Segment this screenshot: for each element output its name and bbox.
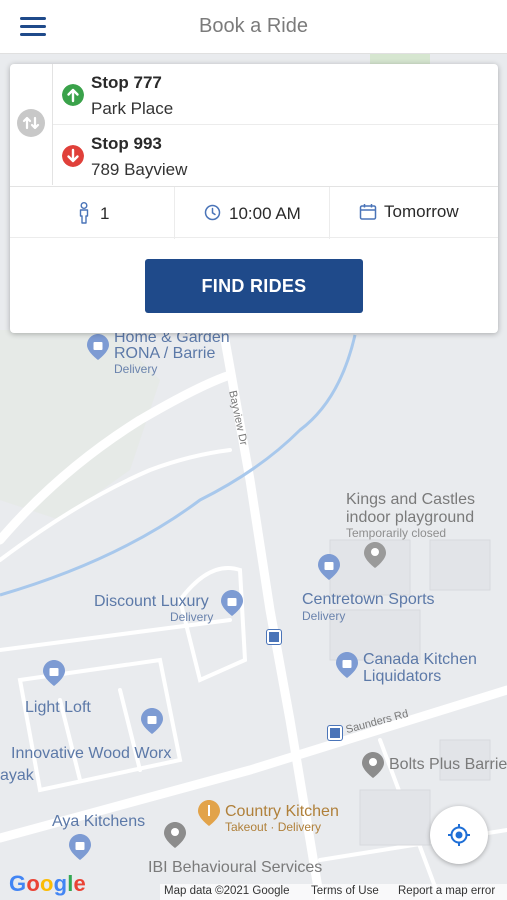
poi-canada-kitchen-2[interactable]: Liquidators xyxy=(363,668,441,686)
my-location-button[interactable] xyxy=(430,806,488,864)
poi-rona-sub: Delivery xyxy=(114,362,158,376)
shopping-pin-icon[interactable] xyxy=(43,660,65,686)
terms-link[interactable]: Terms of Use xyxy=(311,885,379,897)
pickup-time: 10:00 AM xyxy=(229,204,301,223)
origin-stop-address: Park Place xyxy=(91,99,174,118)
shopping-pin-icon[interactable] xyxy=(336,652,358,678)
pickup-date: Tomorrow xyxy=(384,202,459,221)
find-rides-button[interactable]: FIND RIDES xyxy=(145,259,363,313)
app-header: Book a Ride xyxy=(0,0,507,54)
poi-innovative-wood[interactable]: Innovative Wood Worx xyxy=(11,745,171,763)
swap-vertical-icon[interactable] xyxy=(17,109,45,137)
poi-kings-castles-sub: Temporarily closed xyxy=(346,526,447,540)
poi-rona-barrie[interactable]: RONA / Barrie xyxy=(114,345,215,363)
bus-stop-icon[interactable] xyxy=(328,726,342,740)
shopping-pin-icon[interactable] xyxy=(318,554,340,580)
poi-kings-castles-2[interactable]: indoor playground xyxy=(346,509,474,527)
destination-stop-address: 789 Bayview xyxy=(91,160,188,179)
poi-centretown-sports[interactable]: Centretown Sports xyxy=(302,591,435,609)
map-attribution: Map data ©2021 Google Terms of Use Repor… xyxy=(160,884,507,900)
poi-ibi-behavioural[interactable]: IBI Behavioural Services xyxy=(148,859,322,877)
shopping-pin-icon[interactable] xyxy=(69,834,91,860)
poi-discount-sub: Delivery xyxy=(170,610,214,624)
person-icon xyxy=(79,202,89,224)
arrow-down-icon xyxy=(62,145,84,167)
gray-pin-icon[interactable] xyxy=(362,752,384,778)
destination-stop-name: Stop 993 xyxy=(91,134,162,153)
poi-ayak[interactable]: ayak xyxy=(0,767,34,785)
crosshair-icon xyxy=(448,824,470,846)
date-selector[interactable]: Tomorrow xyxy=(330,187,498,239)
passenger-count: 1 xyxy=(100,204,110,223)
shopping-pin-icon[interactable] xyxy=(221,590,243,616)
poi-aya-kitchens[interactable]: Aya Kitchens xyxy=(52,813,145,831)
page-title: Book a Ride xyxy=(199,15,308,37)
shopping-pin-icon[interactable] xyxy=(141,708,163,734)
map-data-text: Map data ©2021 Google xyxy=(164,885,290,897)
time-selector[interactable]: 10:00 AM xyxy=(175,187,330,239)
restaurant-pin-icon[interactable] xyxy=(198,800,220,826)
trip-options: 1 10:00 AM Tomorrow xyxy=(10,186,498,239)
arrow-up-icon xyxy=(62,84,84,106)
origin-stop[interactable]: Stop 777 Park Place xyxy=(53,64,498,125)
report-map-error-link[interactable]: Report a map error xyxy=(398,885,495,897)
passengers-selector[interactable]: 1 xyxy=(10,187,175,239)
swap-column xyxy=(10,64,53,185)
poi-country-kitchen[interactable]: Country Kitchen xyxy=(225,803,339,821)
poi-centretown-sub: Delivery xyxy=(302,609,346,623)
poi-light-loft[interactable]: Light Loft xyxy=(25,699,91,717)
origin-stop-name: Stop 777 xyxy=(91,73,162,92)
poi-discount-luxury[interactable]: Discount Luxury xyxy=(94,593,209,611)
google-logo: Google xyxy=(9,871,86,896)
poi-country-kitchen-sub: Takeout · Delivery xyxy=(225,820,322,834)
calendar-icon xyxy=(359,204,377,220)
shopping-pin-icon[interactable] xyxy=(87,334,109,360)
gray-pin-icon[interactable] xyxy=(364,542,386,568)
poi-canada-kitchen[interactable]: Canada Kitchen xyxy=(363,651,477,669)
poi-kings-castles[interactable]: Kings and Castles xyxy=(346,491,475,509)
gray-pin-icon[interactable] xyxy=(164,822,186,848)
poi-bolts-plus[interactable]: Bolts Plus Barrie xyxy=(389,756,507,774)
clock-icon xyxy=(204,204,221,221)
bus-stop-icon[interactable] xyxy=(267,630,281,644)
destination-stop[interactable]: Stop 993 789 Bayview xyxy=(53,125,498,186)
trip-card: Stop 777 Park Place Stop 993 789 Bayview… xyxy=(10,64,498,333)
